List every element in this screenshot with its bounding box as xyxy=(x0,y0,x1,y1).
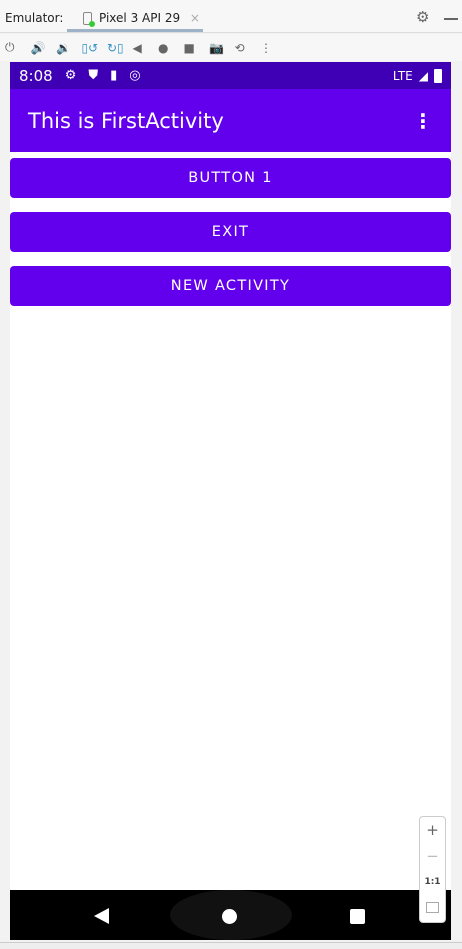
overview-icon[interactable]: ■ xyxy=(184,41,210,55)
volume-up-icon[interactable]: 🔊 xyxy=(31,41,57,55)
page-title: This is FirstActivity xyxy=(28,108,224,133)
tab-label: Pixel 3 API 29 xyxy=(99,11,181,25)
signal-icon: ◢ xyxy=(418,68,428,83)
tab-pixel-3-api-29[interactable]: Pixel 3 API 29 × xyxy=(67,6,203,32)
ide-tab-bar: Emulator: Pixel 3 API 29 × ⚙ xyxy=(0,0,462,33)
gear-icon[interactable]: ⚙ xyxy=(416,8,429,26)
volume-down-icon[interactable]: 🔉 xyxy=(56,41,82,55)
shield-icon: ⛊ xyxy=(88,68,99,83)
zoom-in-button[interactable]: + xyxy=(420,817,445,843)
rotate-left-icon[interactable]: ▯↺ xyxy=(82,41,108,55)
power-icon[interactable]: ⏻ xyxy=(5,40,31,55)
data-saver-icon: ◎ xyxy=(129,68,141,83)
device-icon xyxy=(83,12,95,27)
camera-icon[interactable]: 📷 xyxy=(209,41,235,55)
nav-back-icon[interactable] xyxy=(94,908,109,924)
nav-recents-icon[interactable] xyxy=(350,909,365,924)
more-icon[interactable]: ⋮ xyxy=(260,41,286,55)
zoom-actual-size-button[interactable]: 1:1 xyxy=(420,869,445,895)
snapshot-icon[interactable]: ⟲ xyxy=(235,41,261,55)
settings-icon: ⚙ xyxy=(64,68,77,83)
zoom-fit-button[interactable] xyxy=(420,895,445,921)
back-icon[interactable]: ◀ xyxy=(133,41,159,55)
nav-home-icon[interactable] xyxy=(222,909,237,924)
overflow-menu-icon[interactable]: ⋮ xyxy=(413,109,433,133)
emulator-toolbar: ⏻ 🔊 🔉 ▯↺ ↻▯ ◀ ● ■ 📷 ⟲ ⋮ xyxy=(0,34,462,61)
battery-icon xyxy=(434,68,442,83)
close-tab-icon[interactable]: × xyxy=(190,11,200,25)
new-activity-button[interactable]: NEW ACTIVITY xyxy=(10,266,451,306)
bottom-divider xyxy=(0,942,462,949)
zoom-out-button[interactable]: − xyxy=(420,843,445,869)
rotate-right-icon[interactable]: ↻▯ xyxy=(107,41,133,55)
minimize-icon[interactable] xyxy=(444,18,458,20)
app-bar: This is FirstActivity ⋮ xyxy=(10,89,451,152)
home-icon[interactable]: ● xyxy=(158,41,184,55)
fit-screen-icon xyxy=(426,902,439,913)
exit-button[interactable]: EXIT xyxy=(10,212,451,252)
emulator-label: Emulator: xyxy=(5,11,64,25)
network-type: LTE xyxy=(392,68,413,83)
button-1[interactable]: BUTTON 1 xyxy=(10,158,451,198)
status-bar: 8:08 ⚙ ⛊ ▮ ◎ LTE ◢ xyxy=(10,62,451,89)
zoom-controls: + − 1:1 xyxy=(419,816,446,923)
status-time: 8:08 xyxy=(19,66,53,85)
navigation-bar xyxy=(10,890,451,940)
sd-card-icon: ▮ xyxy=(110,68,118,83)
device-screen: 8:08 ⚙ ⛊ ▮ ◎ LTE ◢ This is FirstActivity… xyxy=(10,62,451,940)
